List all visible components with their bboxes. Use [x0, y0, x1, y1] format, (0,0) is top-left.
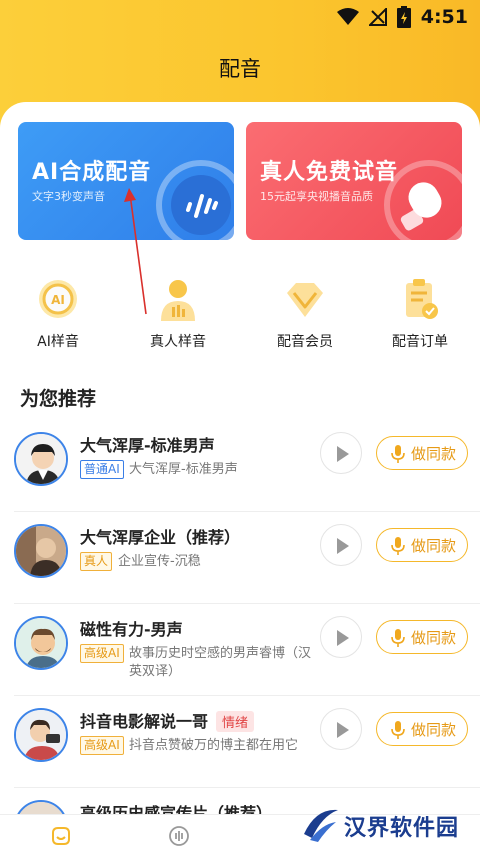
list-item[interactable]: 大气浑厚-标准男声 普通AI 大气浑厚-标准男声 做同款 — [0, 420, 480, 512]
quick-real-sample[interactable]: 真人样音 — [128, 277, 228, 351]
make-same-button[interactable]: 做同款 — [376, 712, 468, 746]
voice-description: 抖音点赞破万的博主都在用它 — [129, 738, 299, 753]
sound-icon[interactable] — [168, 825, 190, 847]
play-icon — [337, 538, 349, 554]
clipboard-icon — [406, 279, 438, 319]
page-title: 配音 — [219, 57, 261, 81]
recommend-title: 为您推荐 — [20, 388, 97, 410]
play-button[interactable] — [320, 524, 362, 566]
quick-label: AI样音 — [37, 334, 79, 350]
play-button[interactable] — [320, 432, 362, 474]
play-icon — [337, 722, 349, 738]
microphone-icon — [384, 160, 462, 240]
make-same-button[interactable]: 做同款 — [376, 436, 468, 470]
diamond-icon — [287, 283, 323, 317]
mic-icon — [391, 721, 405, 739]
banner-subtitle: 15元起享央视播音品质 — [260, 190, 373, 203]
soundwave-icon — [156, 160, 234, 240]
play-icon — [337, 630, 349, 646]
play-button[interactable] — [320, 616, 362, 658]
list-item[interactable]: 抖音电影解说一哥 情绪 高级AI 抖音点赞破万的博主都在用它 做同款 — [0, 696, 480, 788]
make-same-button[interactable]: 做同款 — [376, 528, 468, 562]
mic-icon — [391, 537, 405, 555]
voice-type-badge: 真人 — [80, 552, 113, 571]
quick-orders[interactable]: 配音订单 — [370, 277, 470, 351]
quick-vip[interactable]: 配音会员 — [255, 277, 355, 351]
make-same-label: 做同款 — [411, 629, 457, 647]
signal-icon — [368, 8, 387, 26]
make-same-label: 做同款 — [411, 537, 457, 555]
quick-label: 配音订单 — [392, 334, 448, 350]
watermark: 汉界软件园 — [296, 800, 476, 850]
list-item[interactable]: 大气浑厚企业（推荐） 真人 企业宣传-沉稳 做同款 — [0, 512, 480, 604]
battery-icon — [396, 6, 411, 28]
watermark-text: 汉界软件园 — [344, 816, 460, 841]
quick-label: 配音会员 — [277, 334, 333, 350]
quick-ai-sample[interactable]: AI AI样音 — [8, 277, 108, 351]
main-content: AI合成配音 文字3秒变声音 真人免费试音 15元起享央视播音品质 AI AI样… — [0, 102, 480, 853]
voice-name: 大气浑厚-标准男声 — [80, 436, 215, 455]
banner-title: AI合成配音 — [32, 160, 152, 185]
make-same-label: 做同款 — [411, 445, 457, 463]
real-voice-banner[interactable]: 真人免费试音 15元起享央视播音品质 — [246, 122, 462, 240]
voice-name: 磁性有力-男声 — [80, 620, 183, 639]
play-button[interactable] — [320, 708, 362, 750]
mic-icon — [391, 445, 405, 463]
banner-subtitle: 文字3秒变声音 — [32, 190, 105, 203]
ai-bubble-icon: AI — [39, 280, 77, 318]
avatar — [14, 708, 68, 762]
status-time: 4:51 — [420, 6, 468, 28]
avatar — [14, 432, 68, 486]
voice-description: 企业宣传-沉稳 — [118, 554, 201, 569]
voice-type-badge: 高级AI — [80, 736, 124, 755]
home-icon[interactable] — [50, 825, 72, 847]
voice-description: 大气浑厚-标准男声 — [129, 462, 238, 477]
avatar — [14, 524, 68, 578]
voice-type-badge: 高级AI — [80, 644, 124, 663]
avatar — [14, 616, 68, 670]
svg-text:AI: AI — [51, 293, 65, 307]
make-same-label: 做同款 — [411, 721, 457, 739]
mic-icon — [391, 629, 405, 647]
make-same-button[interactable]: 做同款 — [376, 620, 468, 654]
voice-name: 大气浑厚企业（推荐） — [80, 528, 241, 547]
list-item[interactable]: 磁性有力-男声 高级AI 故事历史时空感的男声睿博（汉英双译） 做同款 — [0, 604, 480, 696]
voice-name: 抖音电影解说一哥 情绪 — [80, 708, 255, 732]
quick-label: 真人样音 — [150, 334, 206, 350]
person-icon — [161, 280, 195, 321]
play-icon — [337, 446, 349, 462]
watermark-logo — [304, 809, 338, 842]
emotion-tag: 情绪 — [216, 711, 255, 732]
voice-description: 故事历史时空感的男声睿博（汉英双译） — [129, 646, 312, 679]
voice-type-badge: 普通AI — [80, 460, 124, 479]
banner-title: 真人免费试音 — [260, 160, 399, 185]
wifi-icon — [336, 8, 359, 25]
ai-dubbing-banner[interactable]: AI合成配音 文字3秒变声音 — [18, 122, 234, 240]
status-bar: 4:51 — [0, 0, 480, 34]
